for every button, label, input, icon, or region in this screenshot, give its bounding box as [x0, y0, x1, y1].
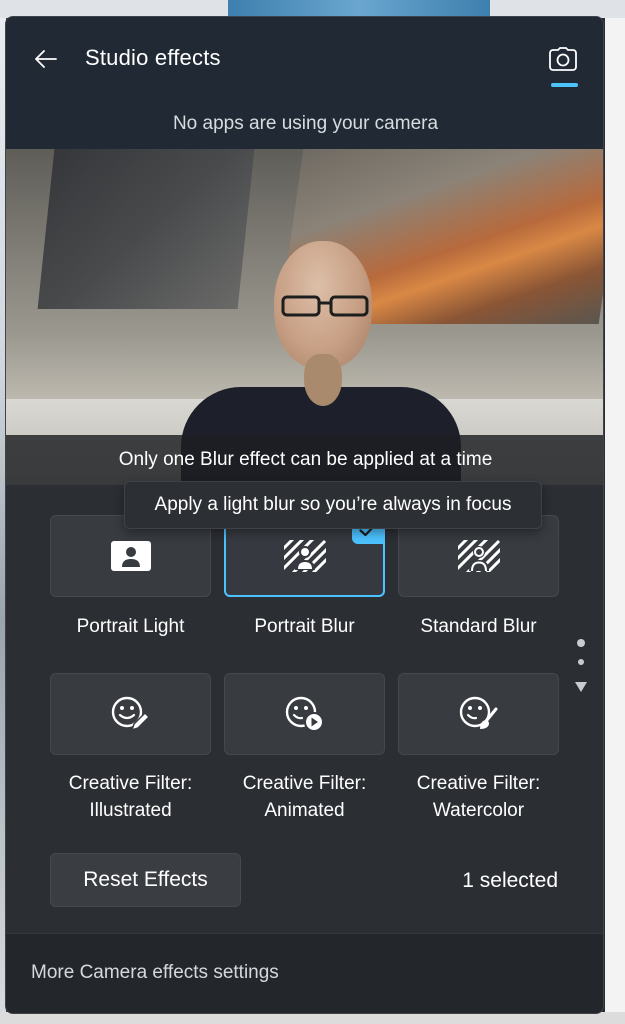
smiley-brush-icon: [459, 696, 497, 729]
panel-header: Studio effects No apps are using your ca…: [6, 17, 603, 149]
camera-icon: [549, 47, 577, 71]
panel-footer: More Camera effects settings: [6, 933, 603, 1013]
studio-effects-panel: Studio effects No apps are using your ca…: [5, 16, 604, 1014]
glasses-icon: [281, 295, 369, 317]
arrow-left-icon: [35, 50, 57, 68]
reset-effects-button[interactable]: Reset Effects: [50, 853, 241, 907]
camera-button[interactable]: [543, 41, 583, 77]
effect-creative-animated[interactable]: [224, 673, 385, 755]
effect-label: Creative Filter: Illustrated: [68, 773, 193, 821]
blur-limit-note: Only one Blur effect can be applied at a…: [6, 435, 603, 485]
portrait-light-icon: [110, 541, 151, 571]
selected-count: 1 selected: [462, 869, 558, 892]
camera-status-text: No apps are using your camera: [172, 113, 439, 134]
effect-creative-watercolor[interactable]: [398, 673, 559, 755]
active-tab-indicator: [551, 83, 578, 87]
page-title: Studio effects: [85, 45, 221, 70]
standard-blur-icon: [457, 540, 500, 572]
desktop-background-right: [605, 18, 625, 1024]
portrait-blur-icon: [283, 540, 326, 572]
effect-label: Portrait Blur: [254, 616, 355, 637]
effect-tooltip: Apply a light blur so you’re always in f…: [124, 481, 542, 529]
camera-preview: Only one Blur effect can be applied at a…: [6, 149, 603, 485]
scroll-indicator[interactable]: [574, 639, 588, 703]
effect-creative-illustrated[interactable]: [50, 673, 211, 755]
effect-label: Creative Filter: Watercolor: [416, 773, 541, 821]
effect-label: Portrait Light: [76, 616, 185, 637]
effect-label: Creative Filter: Animated: [242, 773, 367, 821]
more-camera-settings-link[interactable]: More Camera effects settings: [31, 962, 279, 984]
smiley-pen-icon: [111, 696, 150, 732]
effect-label: Standard Blur: [420, 616, 537, 637]
smiley-play-icon: [285, 696, 324, 732]
back-button[interactable]: [26, 39, 66, 79]
scroll-down-icon[interactable]: [574, 681, 588, 693]
